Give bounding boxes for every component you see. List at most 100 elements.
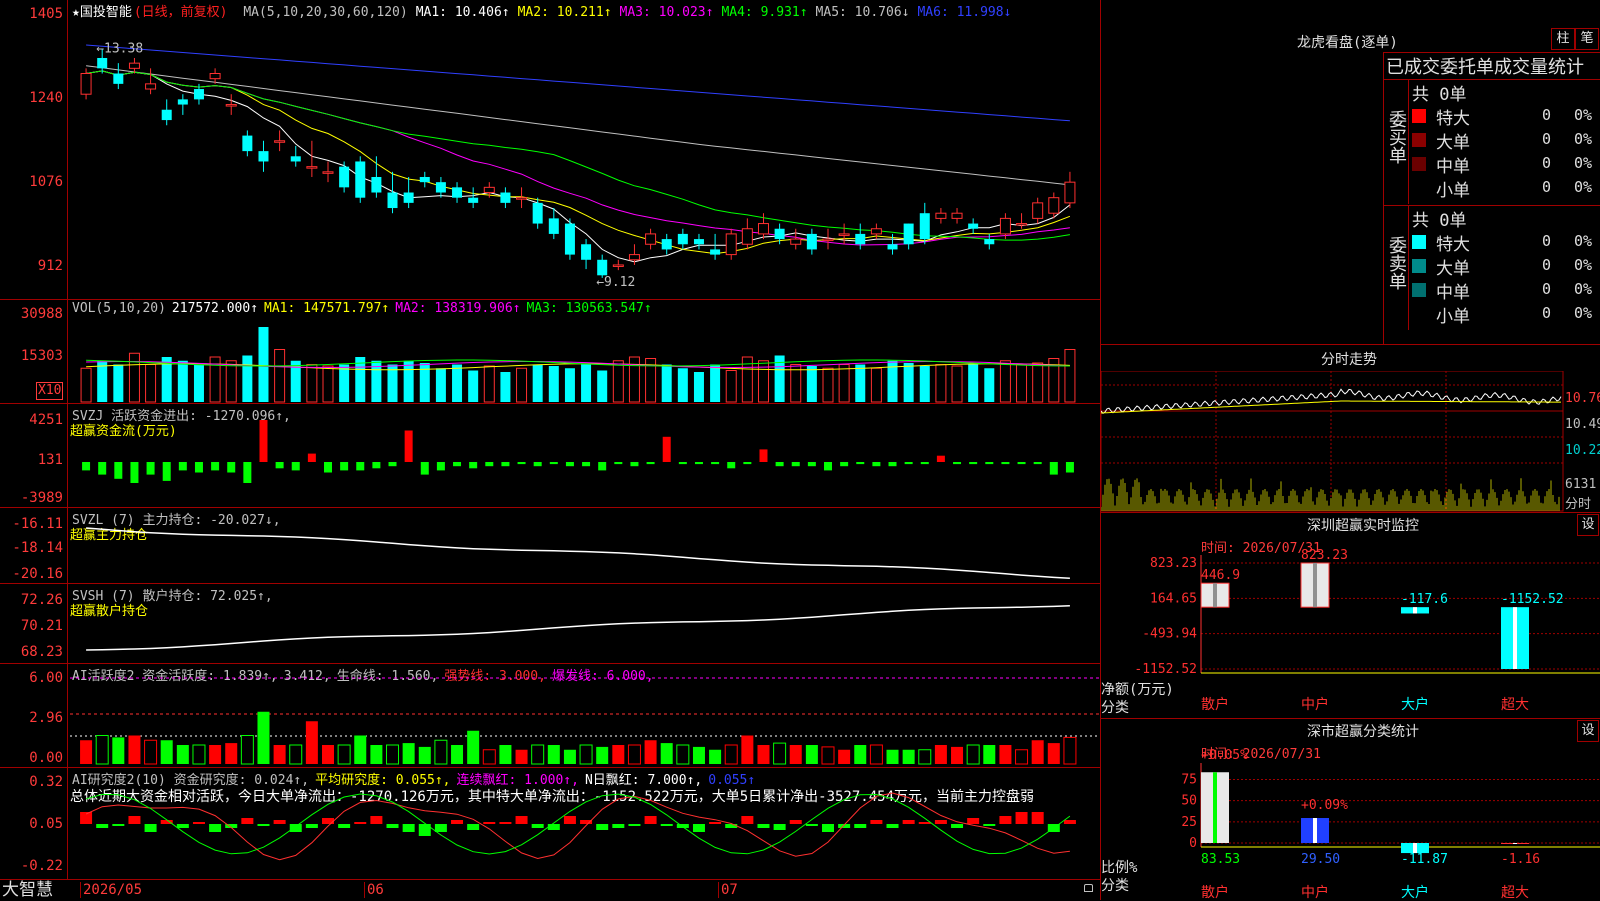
right-panel: 龙虎看盘(逐单) 柱 笔 已成交委托单成交量统计 委买单 共 0单 特大 0 0% 大…: [1100, 0, 1600, 901]
candle-body: [274, 140, 286, 143]
category-label: 大户: [1401, 696, 1429, 713]
y-tick: 15303: [20, 348, 63, 364]
activity-bar: [257, 711, 270, 764]
ai-activity-pane[interactable]: 6.00 2.96 0.00 AI活跃度2 资金活跃度: 1.839↑, 3.41…: [0, 664, 1100, 768]
candle-body: [612, 264, 624, 267]
net-amount-chart: 823.23 164.65 -493.94 -1152.52 446.9 散户 823.23…: [1134, 548, 1600, 713]
research-bar: [386, 824, 399, 828]
bar-highlight: [1313, 818, 1317, 843]
candle-body: [145, 83, 157, 90]
order-pct: 0%: [1574, 178, 1593, 196]
volume-bar: [806, 366, 817, 402]
activity-bar: [434, 739, 448, 765]
research-bar: [289, 824, 302, 832]
order-type-label: 小单: [1436, 181, 1470, 201]
top-pct-label: +0.05%: [1201, 748, 1248, 763]
research-bar: [467, 824, 480, 830]
price-pane[interactable]: 1405 1240 1076 912 ★国投智能 (日线，前复权) MA(5,10…: [0, 0, 1100, 300]
y-tick: 50: [1181, 794, 1197, 809]
activity-bar: [273, 745, 286, 764]
bar-highlight: [1213, 583, 1217, 608]
research-bar: [1031, 812, 1044, 824]
y-tick: 1405: [29, 6, 63, 22]
order-pct: 0%: [1574, 130, 1593, 148]
svsh-pane[interactable]: 72.26 70.21 68.23 SVSH (7) 散户持仓: 72.025↑…: [0, 584, 1100, 664]
y-tick: -20.16: [12, 566, 63, 582]
research-bar: [773, 824, 786, 830]
flow-bar: [453, 462, 462, 467]
research-bar: [741, 816, 754, 824]
bar-highlight: [1313, 563, 1317, 608]
research-bar: [918, 822, 931, 824]
candle-body: [290, 156, 301, 162]
color-swatch-icon: [1412, 283, 1426, 297]
research-bar: [967, 818, 980, 824]
color-swatch-icon: [1412, 133, 1426, 147]
research-bar: [725, 824, 738, 828]
research-bar: [241, 818, 254, 824]
flow-bar: [969, 462, 978, 465]
flow-bar: [533, 462, 542, 467]
activity-bar: [531, 744, 545, 765]
candle-body: [242, 135, 253, 152]
volume-bar: [581, 364, 592, 402]
fenshi-box: 分时走势 10.76 10.49 10.22 6131 分时: [1101, 344, 1600, 514]
candle-body: [532, 202, 543, 224]
candle-body: [838, 233, 850, 236]
activity-bar: [240, 735, 254, 765]
volume-pane[interactable]: 30988 15303 X10 VOL(5,10,20) 217572.000↑ M…: [0, 300, 1100, 404]
activity-bar: [482, 749, 496, 765]
candle-body: [80, 73, 92, 95]
y-tick: -18.14: [12, 540, 63, 556]
y-tick: 164.65: [1150, 591, 1197, 606]
candle-body: [193, 89, 204, 100]
activity-bar: [386, 744, 400, 765]
y-tick: 0.00: [29, 750, 63, 766]
candle-body: [128, 62, 140, 69]
tick-mode-button[interactable]: 笔: [1575, 28, 1599, 50]
candle-body: [645, 233, 657, 245]
intraday-chart[interactable]: [1101, 371, 1600, 515]
svzj-pane[interactable]: 4251 131 -3989 SVZJ 活跃资金进出: -1270.096↑, …: [0, 404, 1100, 508]
order-stat-row: 中单 0 0%: [1412, 152, 1600, 177]
ai-research-pane[interactable]: 0.32 0.05 -0.22 AI研究度2(10) 资金研究度: 0.024↑…: [0, 768, 1100, 880]
x-tick: 07: [718, 882, 738, 898]
activity-bar: [869, 744, 883, 765]
candle-body: [1048, 197, 1060, 214]
value-label: 83.53: [1201, 852, 1240, 867]
x-axis: 大智慧 2026/05 06 07: [0, 880, 1100, 900]
bar-mode-button[interactable]: 柱: [1551, 28, 1575, 50]
lock-icon[interactable]: [1084, 884, 1093, 892]
volume-bar: [403, 360, 414, 402]
research-bar: [370, 816, 383, 824]
flow-bar: [646, 462, 655, 465]
flow-bar: [565, 462, 574, 467]
activity-bar: [418, 746, 431, 764]
fenshi-vol-label: 6131: [1565, 477, 1597, 492]
activity-bar: [934, 745, 947, 764]
flow-bar: [549, 462, 558, 465]
volume-bar: [822, 367, 834, 403]
research-bar: [628, 824, 641, 826]
flow-bar: [436, 462, 445, 471]
sz-monitor-xlabel: 分类: [1101, 700, 1129, 716]
order-count: 0: [1542, 280, 1552, 298]
bar-highlight: [1513, 607, 1517, 669]
activity-bar: [322, 745, 334, 764]
order-count: 0: [1542, 106, 1552, 124]
fenshi-title: 分时走势: [1321, 352, 1377, 368]
order-count: 0: [1542, 232, 1552, 250]
order-type-label: 大单: [1436, 259, 1470, 279]
research-bar: [209, 824, 222, 832]
flow-bar: [517, 462, 526, 465]
lhb-box: 已成交委托单成交量统计 委买单 共 0单 特大 0 0% 大单 0 0% 中单 0 0% 小单 0 0…: [1383, 52, 1600, 344]
svzl-pane[interactable]: -16.11 -18.14 -20.16 SVZL (7) 主力持仓: -20.…: [0, 508, 1100, 584]
volume-y-axis: 30988 15303 X10: [0, 300, 68, 403]
activity-bar: [547, 745, 560, 764]
volume-bar: [306, 364, 318, 403]
y-tick: 823.23: [1150, 556, 1197, 571]
flow-bar: [1001, 462, 1010, 465]
volume-bar: [677, 368, 688, 402]
class-ratio-chart: 75 50 25 0 83.53 散户 29.50 中户 -11.87 大户 -1.16 超大 +0.0…: [1181, 748, 1600, 901]
y-tick: -493.94: [1142, 627, 1197, 642]
